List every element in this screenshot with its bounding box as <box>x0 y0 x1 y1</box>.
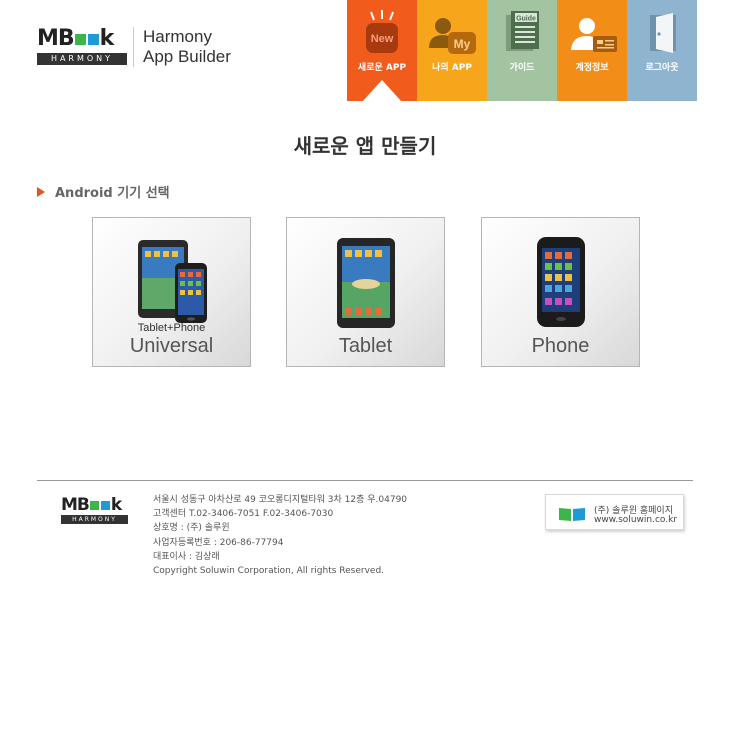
logo-divider <box>133 27 134 67</box>
footer-biz-number: 사업자등록번호 : 206-86-77794 <box>153 537 284 548</box>
top-navigation: New 새로운 APP My 나의 APP Guide 가이드 계정정보 로그아… <box>347 0 697 101</box>
nav-account[interactable]: 계정정보 <box>557 0 627 101</box>
footer-copyright: Copyright Soluwin Corporation, All right… <box>153 566 385 577</box>
mbook-logo: MB k HARMONY <box>37 27 127 67</box>
nav-guide[interactable]: Guide 가이드 <box>487 0 557 101</box>
mbook-harmony-logo[interactable]: MB k HARMONY Harmony App Builder <box>37 27 237 71</box>
active-nav-notch <box>362 80 402 101</box>
section-title: Android 기기 선택 <box>55 186 170 201</box>
device-option-phone[interactable]: Phone <box>481 217 640 367</box>
device-option-tablet[interactable]: Tablet <box>286 217 445 367</box>
device-sub-label: Tablet+Phone <box>137 322 206 334</box>
footer-company-name: 상호명 : (주) 솔루윈 <box>153 523 230 534</box>
mbook-logo-word: MB k <box>37 26 114 51</box>
footer-logo-harmony: HARMONY <box>61 515 128 524</box>
footer-company-info: 서울시 성동구 아차산로 49 코오롱디지털타워 3차 12층 우.04790 … <box>153 493 407 578</box>
nav-account-label: 계정정보 <box>575 63 609 73</box>
svg-text:Guide: Guide <box>516 16 536 23</box>
account-person-icon <box>571 18 617 52</box>
footer-mbook-logo: MB k HARMONY <box>61 496 129 526</box>
app-name-line2: App Builder <box>143 47 231 66</box>
logout-door-icon <box>650 13 676 53</box>
device-label-tablet: Tablet <box>338 335 393 357</box>
homepage-url: www.soluwin.co.kr <box>594 515 678 525</box>
app-builder-title: Harmony App Builder <box>143 27 231 67</box>
nav-logout-label: 로그아웃 <box>645 63 679 73</box>
section-heading: Android 기기 선택 <box>37 182 170 201</box>
device-option-universal[interactable]: Tablet+Phone Universal <box>92 217 251 367</box>
footer-ceo: 대표이사 : 김상래 <box>153 551 220 562</box>
nav-my-app[interactable]: My 나의 APP <box>417 0 487 101</box>
footer-address: 서울시 성동구 아차산로 49 코오롱디지털타워 3차 12층 우.04790 <box>153 495 408 505</box>
nav-new-app-label: 새로운 APP <box>357 63 407 73</box>
svg-text:My: My <box>454 37 471 51</box>
section-bullet-icon <box>37 186 45 197</box>
logo-harmony-text: HARMONY <box>37 53 127 65</box>
footer-logo-word: MB k <box>61 495 122 515</box>
new-app-icon: New <box>366 10 398 53</box>
my-app-icon: My <box>429 18 476 54</box>
footer-divider <box>37 480 693 481</box>
homepage-link-button[interactable]: (주) 솔루윈 홈페이지 www.soluwin.co.kr <box>545 494 684 530</box>
nav-my-app-label: 나의 APP <box>432 63 472 73</box>
nav-new-app[interactable]: New 새로운 APP <box>347 0 417 101</box>
page-title: 새로운 앱 만들기 <box>293 134 437 158</box>
open-book-icon <box>559 508 585 521</box>
nav-logout[interactable]: 로그아웃 <box>627 0 697 101</box>
app-name-line1: Harmony <box>143 27 212 46</box>
footer-contact: 고객센터 T.02-3406-7051 F.02-3406-7030 <box>153 509 334 520</box>
svg-text:New: New <box>371 33 394 45</box>
device-label-phone: Phone <box>531 335 590 357</box>
guide-document-icon: Guide <box>506 11 539 51</box>
nav-guide-label: 가이드 <box>509 63 535 73</box>
device-label-universal: Universal <box>129 335 214 357</box>
